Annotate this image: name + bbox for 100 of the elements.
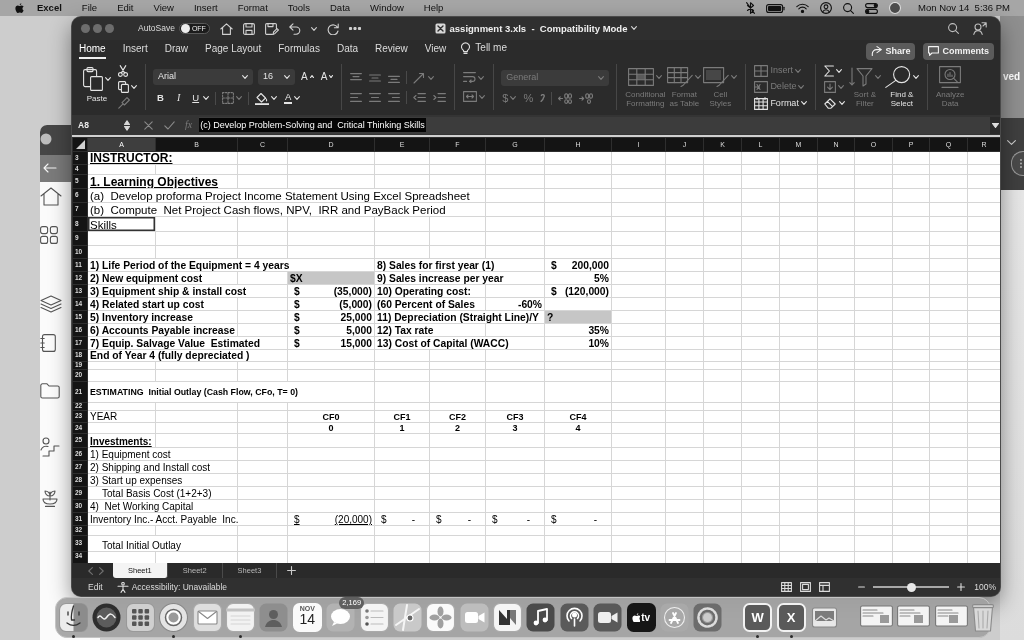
zoom-button[interactable] <box>105 24 114 33</box>
apple-logo-icon[interactable] <box>15 2 24 14</box>
comments-button[interactable]: Comments <box>923 42 994 60</box>
shrink-font-button[interactable]: A <box>319 70 335 83</box>
chevron-down-icon[interactable] <box>1007 140 1016 145</box>
slider-thumb[interactable] <box>906 582 916 592</box>
window-thumbnail-icon[interactable] <box>934 603 968 629</box>
expand-formula-button[interactable] <box>990 116 1000 134</box>
menu-item[interactable]: View <box>143 2 184 14</box>
checklist-icon[interactable] <box>359 603 389 632</box>
caret-icon <box>510 96 517 100</box>
menu-item[interactable]: Window <box>360 2 414 14</box>
font-color-button[interactable]: A <box>283 91 302 105</box>
ribbon-tab[interactable]: Page Layout <box>205 44 262 59</box>
n-shape-icon[interactable] <box>493 603 523 632</box>
plant-icon[interactable] <box>40 487 60 507</box>
cancel-icon[interactable] <box>144 120 153 130</box>
ring-icon[interactable] <box>159 603 189 632</box>
select-all-icon[interactable] <box>76 140 85 149</box>
menu-item[interactable]: Data <box>320 2 361 14</box>
table-cell: ESTIMATING Initial Outlay (Cash Flow, CFo, T= 0) <box>87 381 375 403</box>
accessibility-status[interactable]: Accessibility: Unavailable <box>131 581 228 593</box>
orb-icon[interactable] <box>92 603 122 632</box>
more-icon[interactable] <box>348 27 361 30</box>
orb-icon[interactable] <box>889 2 902 14</box>
name-box[interactable]: A8 <box>78 119 118 131</box>
menu-item[interactable]: Format <box>227 2 278 14</box>
caret-icon <box>656 75 663 80</box>
window-thumbnail-icon[interactable] <box>897 603 931 629</box>
share-button[interactable]: Share <box>866 42 916 60</box>
ribbon-tab[interactable]: View <box>424 44 447 59</box>
paste-button[interactable]: Paste <box>82 64 112 110</box>
ribbon-tab[interactable]: Data <box>336 44 359 59</box>
menu-item[interactable]: Insert <box>183 2 228 14</box>
grow-font-button[interactable]: A <box>300 70 315 83</box>
menu-item[interactable]: Help <box>413 2 454 14</box>
bluetooth-off-icon[interactable] <box>746 2 756 14</box>
table-cell: (b) Compute Net Project Cash flows, NPV, IRR and PayBack Period <box>87 202 486 217</box>
redo-icon[interactable] <box>326 22 339 35</box>
app-tile[interactable]: W <box>743 603 773 632</box>
save-icon[interactable] <box>242 22 255 35</box>
music-note-icon[interactable] <box>526 603 556 632</box>
font-size-dropdown[interactable]: 16 <box>258 68 295 85</box>
wifi-icon[interactable] <box>796 3 810 13</box>
home-icon[interactable] <box>40 187 62 206</box>
app-tile[interactable]: X <box>776 603 806 632</box>
menu-item[interactable]: File <box>71 2 108 14</box>
layers-icon[interactable] <box>40 295 62 313</box>
person-stairs-icon[interactable] <box>40 437 60 457</box>
caret-icon <box>203 96 210 100</box>
underline-button[interactable]: U <box>189 92 211 104</box>
ribbon-tab[interactable]: Review <box>375 44 408 59</box>
table-cell: 9) Sales increase per year <box>374 271 545 285</box>
ribbon-tab[interactable]: Home <box>79 44 106 59</box>
gear-icon[interactable] <box>693 603 723 632</box>
minimize-button[interactable] <box>93 24 102 33</box>
grid-icon[interactable] <box>40 226 58 244</box>
copy-button[interactable] <box>117 80 138 94</box>
ribbon-tab[interactable]: Formulas <box>278 44 320 59</box>
toggles-icon[interactable] <box>865 2 879 14</box>
format-cells-button[interactable]: Format <box>753 95 808 111</box>
notebook-icon[interactable] <box>40 334 56 352</box>
check-icon[interactable] <box>164 120 175 130</box>
bold-button[interactable]: B <box>153 92 168 104</box>
battery-icon[interactable] <box>766 3 786 13</box>
save-edit-icon[interactable] <box>264 22 279 35</box>
currency-symbol: $ <box>294 312 300 323</box>
close-button[interactable] <box>81 24 90 33</box>
tell-me-button[interactable]: Tell me <box>461 42 507 59</box>
monitor-magnifier-icon <box>939 66 962 89</box>
fill-color-button[interactable] <box>254 90 279 106</box>
broadcast-icon[interactable] <box>559 603 589 632</box>
smiley-face-icon[interactable] <box>59 603 88 632</box>
italic-button[interactable]: I <box>172 92 185 104</box>
font-name-dropdown[interactable]: Arial <box>153 68 253 85</box>
ribbon-tab[interactable]: Insert <box>122 44 148 59</box>
back-arrow-icon[interactable] <box>43 163 57 173</box>
app-grid-icon[interactable] <box>125 603 155 632</box>
find-select-button[interactable]: Find & Select <box>883 64 920 110</box>
ribbon-tab[interactable]: Draw <box>164 44 189 59</box>
search-icon[interactable] <box>948 23 959 34</box>
search-icon[interactable] <box>843 2 855 14</box>
table-cell: 1) Equipment cost <box>87 447 238 461</box>
folder-icon[interactable] <box>40 383 60 399</box>
user-circle-icon[interactable] <box>820 2 833 14</box>
undo-icon[interactable] <box>288 22 301 35</box>
formula-field[interactable]: (c) Develop Problem-Solving and Critical Thinking Skills <box>199 116 990 134</box>
person-share-icon[interactable] <box>973 22 987 35</box>
app-menu[interactable]: Excel <box>24 2 72 14</box>
cell-value: (5,000) <box>339 299 372 310</box>
clear-button[interactable] <box>822 96 846 110</box>
envelope-icon[interactable] <box>192 603 222 632</box>
menu-item[interactable]: Edit <box>107 2 144 14</box>
menu-clock[interactable]: Mon Nov 14 5:36 PM <box>912 2 1010 14</box>
window-thumbnail-icon[interactable] <box>859 603 893 629</box>
stepper-icon[interactable] <box>124 119 130 131</box>
person-silhouette-icon[interactable] <box>259 603 289 632</box>
app-tile[interactable]: tv <box>626 603 656 632</box>
video-camera-icon[interactable] <box>593 603 623 632</box>
menu-item[interactable]: Tools <box>277 2 320 14</box>
